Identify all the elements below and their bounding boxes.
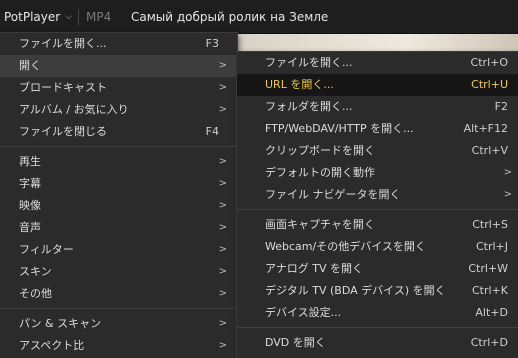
submenu-item-device-settings[interactable]: デバイス設定... Alt+D bbox=[237, 302, 518, 324]
menu-item-label: スキン bbox=[19, 265, 52, 278]
submenu-arrow-icon: > bbox=[503, 189, 512, 200]
menu-item-aspect-ratio[interactable]: アスペクト比 > bbox=[0, 335, 237, 357]
chevron-down-icon: ⌵ bbox=[65, 11, 73, 22]
submenu-item-open-dvd[interactable]: DVD を開く Ctrl+D bbox=[237, 332, 518, 354]
menu-item-label: デバイス設定... bbox=[265, 306, 342, 319]
menu-item-album-favorites[interactable]: アルバム / お気に入り > bbox=[0, 99, 237, 121]
menu-item-label: ファイルを閉じる bbox=[19, 125, 107, 138]
menu-item-shortcut: F3 bbox=[205, 37, 219, 50]
menu-item-audio[interactable]: 音声 > bbox=[0, 217, 237, 239]
menu-item-skin[interactable]: スキン > bbox=[0, 261, 237, 283]
submenu-item-webcam[interactable]: Webcam/その他デバイスを開く Ctrl+J bbox=[237, 236, 518, 258]
menu-item-shortcut: Ctrl+K bbox=[471, 284, 508, 297]
menu-item-shortcut: Ctrl+W bbox=[468, 262, 508, 275]
menu-item-label: DVD を開く bbox=[265, 336, 326, 349]
title-divider bbox=[78, 9, 79, 25]
menu-item-label: アスペクト比 bbox=[19, 339, 85, 352]
submenu-arrow-icon: > bbox=[218, 340, 227, 351]
menu-item-label: アルバム / お気に入り bbox=[19, 103, 129, 116]
submenu-arrow-icon: > bbox=[218, 82, 227, 93]
app-name: PotPlayer bbox=[4, 9, 61, 24]
menu-item-playback[interactable]: 再生 > bbox=[0, 151, 237, 173]
menu-item-open-file[interactable]: ファイルを開く... F3 bbox=[0, 33, 237, 55]
menu-item-shortcut: Ctrl+U bbox=[471, 78, 508, 91]
menu-item-label: デジタル TV (BDA デバイス) を開く bbox=[265, 284, 446, 297]
submenu-arrow-icon: > bbox=[503, 167, 512, 178]
menu-item-label: 画面キャプチャを開く bbox=[265, 218, 375, 231]
format-label: MP4 bbox=[86, 9, 112, 24]
menu-item-shortcut: Alt+D bbox=[475, 306, 508, 319]
video-title: Самый добрый ролик на Земле bbox=[131, 9, 329, 24]
menu-item-label: クリップボードを開く bbox=[265, 144, 375, 157]
submenu-arrow-icon: > bbox=[218, 156, 227, 167]
submenu-item-digital-tv[interactable]: デジタル TV (BDA デバイス) を開く Ctrl+K bbox=[237, 280, 518, 302]
menu-item-label: 映像 bbox=[19, 199, 41, 212]
menu-item-pan-scan[interactable]: パン & スキャン > bbox=[0, 313, 237, 335]
menu-item-shortcut: Alt+F12 bbox=[463, 122, 508, 135]
menu-item-shortcut: F4 bbox=[205, 125, 219, 138]
menu-item-video[interactable]: 映像 > bbox=[0, 195, 237, 217]
menu-item-label: デフォルトの開く動作 bbox=[265, 166, 375, 179]
app-menu-button[interactable]: PotPlayer ⌵ bbox=[0, 0, 78, 33]
menu-item-close-file[interactable]: ファイルを閉じる F4 bbox=[0, 121, 237, 143]
menu-item-shortcut: Ctrl+S bbox=[472, 218, 508, 231]
submenu-item-screen-capture[interactable]: 画面キャプチャを開く Ctrl+S bbox=[237, 214, 518, 236]
menu-separator bbox=[237, 209, 518, 210]
menu-separator bbox=[0, 146, 237, 147]
menu-item-shortcut: Ctrl+J bbox=[475, 240, 508, 253]
main-context-menu: ファイルを開く... F3 開く > ブロードキャスト > アルバム / お気に… bbox=[0, 33, 237, 358]
menu-item-label: 開く bbox=[19, 59, 41, 72]
menu-item-label: ファイルを開く... bbox=[19, 37, 107, 50]
submenu-item-file-navigator[interactable]: ファイル ナビゲータを開く > bbox=[237, 184, 518, 206]
title-bar: PotPlayer ⌵ MP4 Самый добрый ролик на Зе… bbox=[0, 0, 518, 34]
submenu-arrow-icon: > bbox=[218, 200, 227, 211]
menu-item-broadcast[interactable]: ブロードキャスト > bbox=[0, 77, 237, 99]
menu-item-other[interactable]: その他 > bbox=[0, 283, 237, 305]
submenu-item-open-ftp[interactable]: FTP/WebDAV/HTTP を開く... Alt+F12 bbox=[237, 118, 518, 140]
menu-item-label: FTP/WebDAV/HTTP を開く... bbox=[265, 122, 414, 135]
submenu-item-default-open-action[interactable]: デフォルトの開く動作 > bbox=[237, 162, 518, 184]
menu-item-open[interactable]: 開く > bbox=[0, 55, 237, 77]
submenu-item-open-folder[interactable]: フォルダを開く... F2 bbox=[237, 96, 518, 118]
open-submenu: ファイルを開く... Ctrl+O URL を開く... Ctrl+U フォルダ… bbox=[237, 52, 518, 358]
menu-item-filter[interactable]: フィルター > bbox=[0, 239, 237, 261]
submenu-item-open-clipboard[interactable]: クリップボードを開く Ctrl+V bbox=[237, 140, 518, 162]
submenu-arrow-icon: > bbox=[218, 266, 227, 277]
submenu-arrow-icon: > bbox=[218, 288, 227, 299]
menu-item-label: その他 bbox=[19, 287, 52, 300]
submenu-arrow-icon: > bbox=[218, 60, 227, 71]
submenu-arrow-icon: > bbox=[218, 222, 227, 233]
menu-item-label: Webcam/その他デバイスを開く bbox=[265, 240, 426, 253]
menu-item-label: ファイル ナビゲータを開く bbox=[265, 188, 401, 201]
submenu-arrow-icon: > bbox=[218, 178, 227, 189]
video-frame bbox=[236, 34, 518, 54]
submenu-arrow-icon: > bbox=[218, 318, 227, 329]
submenu-arrow-icon: > bbox=[218, 244, 227, 255]
menu-item-label: ブロードキャスト bbox=[19, 81, 107, 94]
menu-item-label: フィルター bbox=[19, 243, 74, 256]
submenu-item-analog-tv[interactable]: アナログ TV を開く Ctrl+W bbox=[237, 258, 518, 280]
menu-item-label: ファイルを開く... bbox=[265, 56, 353, 69]
submenu-item-open-file[interactable]: ファイルを開く... Ctrl+O bbox=[237, 52, 518, 74]
menu-item-label: アナログ TV を開く bbox=[265, 262, 364, 275]
menu-item-label: フォルダを開く... bbox=[265, 100, 353, 113]
submenu-arrow-icon: > bbox=[218, 104, 227, 115]
menu-item-shortcut: F2 bbox=[494, 100, 508, 113]
menu-item-label: 音声 bbox=[19, 221, 41, 234]
menu-item-shortcut: Ctrl+D bbox=[470, 336, 508, 349]
menu-item-label: 再生 bbox=[19, 155, 41, 168]
menu-item-shortcut: Ctrl+V bbox=[471, 144, 508, 157]
menu-item-label: パン & スキャン bbox=[19, 317, 102, 330]
menu-separator bbox=[237, 327, 518, 328]
menu-item-shortcut: Ctrl+O bbox=[470, 56, 508, 69]
menu-item-label: 字幕 bbox=[19, 177, 41, 190]
menu-item-label: URL を開く... bbox=[265, 78, 334, 91]
submenu-item-open-url[interactable]: URL を開く... Ctrl+U bbox=[237, 74, 518, 96]
menu-separator bbox=[0, 308, 237, 309]
menu-item-subtitles[interactable]: 字幕 > bbox=[0, 173, 237, 195]
